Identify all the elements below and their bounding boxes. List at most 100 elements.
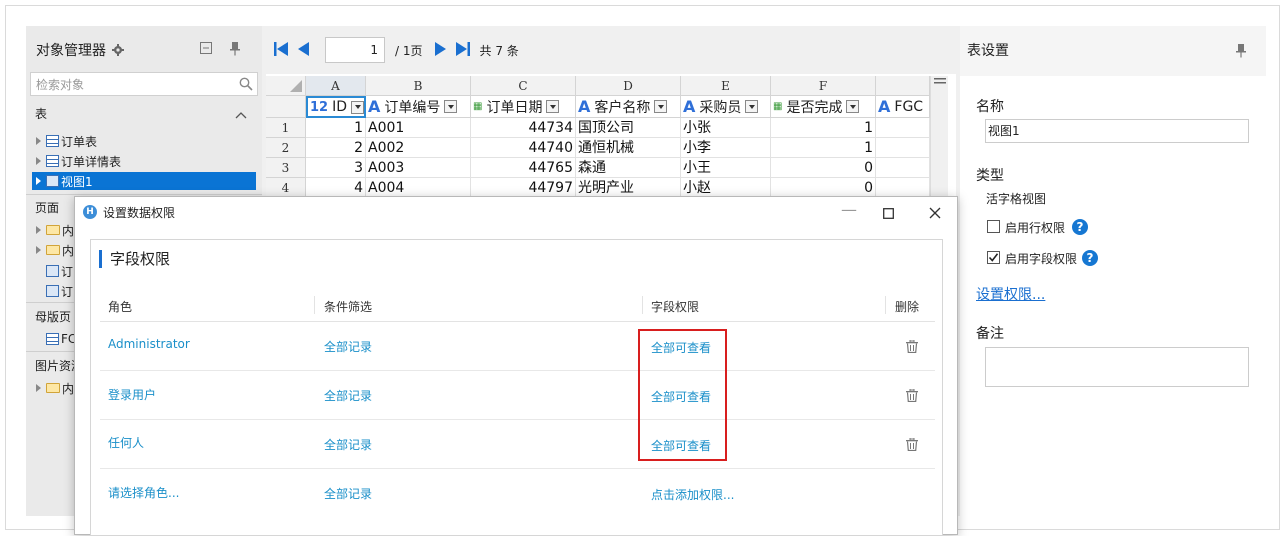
- set-permission-link[interactable]: 设置权限...: [976, 284, 1045, 304]
- cell[interactable]: [876, 138, 930, 158]
- cell[interactable]: 1: [306, 118, 366, 138]
- field-header-order-date[interactable]: ▦ 订单日期: [471, 96, 576, 118]
- tree-item-order-detail-table[interactable]: 订单详情表: [36, 152, 121, 170]
- cell[interactable]: 小李: [681, 138, 771, 158]
- cell[interactable]: A004: [366, 178, 471, 198]
- trash-icon[interactable]: [906, 339, 918, 356]
- next-page-icon[interactable]: [434, 41, 446, 60]
- column-header[interactable]: A: [306, 76, 366, 96]
- last-page-icon[interactable]: [455, 41, 470, 60]
- row-header[interactable]: 4: [266, 178, 306, 198]
- first-page-icon[interactable]: [274, 41, 288, 60]
- tree-item-page[interactable]: 订: [46, 282, 73, 300]
- row-header[interactable]: 3: [266, 158, 306, 178]
- pin-icon[interactable]: [1236, 44, 1246, 61]
- cell[interactable]: 小王: [681, 158, 771, 178]
- cell[interactable]: 3: [306, 158, 366, 178]
- cell[interactable]: 森通: [576, 158, 681, 178]
- close-icon[interactable]: [929, 204, 941, 223]
- cell[interactable]: 4: [306, 178, 366, 198]
- cell[interactable]: 1: [771, 118, 876, 138]
- field-header-buyer[interactable]: A 采购员: [681, 96, 771, 118]
- cell[interactable]: A001: [366, 118, 471, 138]
- cell[interactable]: 0: [771, 178, 876, 198]
- select-role-link[interactable]: 请选择角色...: [108, 484, 179, 501]
- chevron-up-icon[interactable]: [235, 108, 247, 122]
- minimize-icon[interactable]: —: [841, 200, 857, 219]
- tree-item-image-folder[interactable]: 内: [36, 379, 74, 397]
- column-header[interactable]: E: [681, 76, 771, 96]
- cell[interactable]: 通恒机械: [576, 138, 681, 158]
- field-header-id[interactable]: 12 ID: [306, 96, 366, 118]
- tree-item-page-folder[interactable]: 内: [36, 241, 74, 259]
- cell[interactable]: 光明产业: [576, 178, 681, 198]
- tables-section-header[interactable]: 表: [26, 105, 262, 122]
- row-header[interactable]: 2: [266, 138, 306, 158]
- filter-link[interactable]: 全部记录: [324, 387, 372, 404]
- tree-item-view1[interactable]: 视图1: [32, 172, 256, 190]
- cell[interactable]: 1: [771, 138, 876, 158]
- expand-arrow-icon[interactable]: [36, 157, 41, 165]
- row-header[interactable]: 1: [266, 118, 306, 138]
- dropdown-arrow-icon[interactable]: [351, 100, 364, 114]
- row-permission-checkbox[interactable]: [987, 220, 1000, 233]
- dialog-titlebar[interactable]: H 设置数据权限: [75, 197, 957, 227]
- expand-arrow-icon[interactable]: [36, 177, 41, 185]
- field-header-order-no[interactable]: A 订单编号: [366, 96, 471, 118]
- cell[interactable]: 国顶公司: [576, 118, 681, 138]
- dropdown-arrow-icon[interactable]: [444, 100, 458, 113]
- object-search-input[interactable]: 检索对象: [30, 72, 258, 96]
- filter-link[interactable]: 全部记录: [324, 436, 372, 453]
- cell[interactable]: [876, 118, 930, 138]
- filter-link[interactable]: 全部记录: [324, 338, 372, 355]
- add-permission-link[interactable]: 点击添加权限...: [651, 486, 734, 503]
- maximize-icon[interactable]: [883, 204, 894, 223]
- dropdown-arrow-icon[interactable]: [846, 100, 860, 113]
- expand-arrow-icon[interactable]: [36, 226, 41, 234]
- field-header-completed[interactable]: ▦ 是否完成: [771, 96, 876, 118]
- role-link[interactable]: 登录用户: [108, 386, 156, 403]
- dropdown-arrow-icon[interactable]: [546, 100, 560, 113]
- cell[interactable]: [876, 158, 930, 178]
- tree-item-page[interactable]: 订: [46, 262, 73, 280]
- tree-item-master-page[interactable]: FC: [46, 330, 76, 348]
- gear-icon[interactable]: [112, 44, 124, 56]
- role-link[interactable]: Administrator: [108, 337, 190, 351]
- trash-icon[interactable]: [906, 388, 918, 405]
- expand-arrow-icon[interactable]: [36, 246, 41, 254]
- pin-icon[interactable]: [230, 42, 240, 59]
- field-header-fgc[interactable]: A FGC: [876, 96, 930, 118]
- cell[interactable]: 小张: [681, 118, 771, 138]
- dropdown-arrow-icon[interactable]: [745, 100, 759, 113]
- previous-page-icon[interactable]: [298, 41, 309, 60]
- field-permission-checkbox[interactable]: [987, 251, 1000, 264]
- filter-link[interactable]: 全部记录: [324, 485, 372, 502]
- help-icon[interactable]: ?: [1082, 250, 1098, 266]
- collapse-all-icon[interactable]: [200, 42, 212, 57]
- page-number-input[interactable]: 1: [325, 37, 385, 63]
- cell[interactable]: 44740: [471, 138, 576, 158]
- expand-arrow-icon[interactable]: [36, 384, 41, 392]
- tree-item-page-folder[interactable]: 内: [36, 221, 74, 239]
- column-header[interactable]: [876, 76, 930, 96]
- name-input[interactable]: 视图1: [985, 119, 1249, 143]
- expand-arrow-icon[interactable]: [36, 137, 41, 145]
- cell[interactable]: 0: [771, 158, 876, 178]
- column-header[interactable]: F: [771, 76, 876, 96]
- cell[interactable]: 44797: [471, 178, 576, 198]
- help-icon[interactable]: ?: [1072, 219, 1088, 235]
- column-header[interactable]: D: [576, 76, 681, 96]
- cell[interactable]: 44765: [471, 158, 576, 178]
- cell[interactable]: A003: [366, 158, 471, 178]
- cell[interactable]: [876, 178, 930, 198]
- cell[interactable]: 44734: [471, 118, 576, 138]
- cell[interactable]: 2: [306, 138, 366, 158]
- field-header-customer[interactable]: A 客户名称: [576, 96, 681, 118]
- cell[interactable]: A002: [366, 138, 471, 158]
- dropdown-arrow-icon[interactable]: [654, 100, 668, 113]
- remark-input[interactable]: [985, 347, 1249, 387]
- role-link[interactable]: 任何人: [108, 434, 144, 451]
- search-icon[interactable]: [239, 77, 253, 94]
- column-header[interactable]: C: [471, 76, 576, 96]
- cell[interactable]: 小赵: [681, 178, 771, 198]
